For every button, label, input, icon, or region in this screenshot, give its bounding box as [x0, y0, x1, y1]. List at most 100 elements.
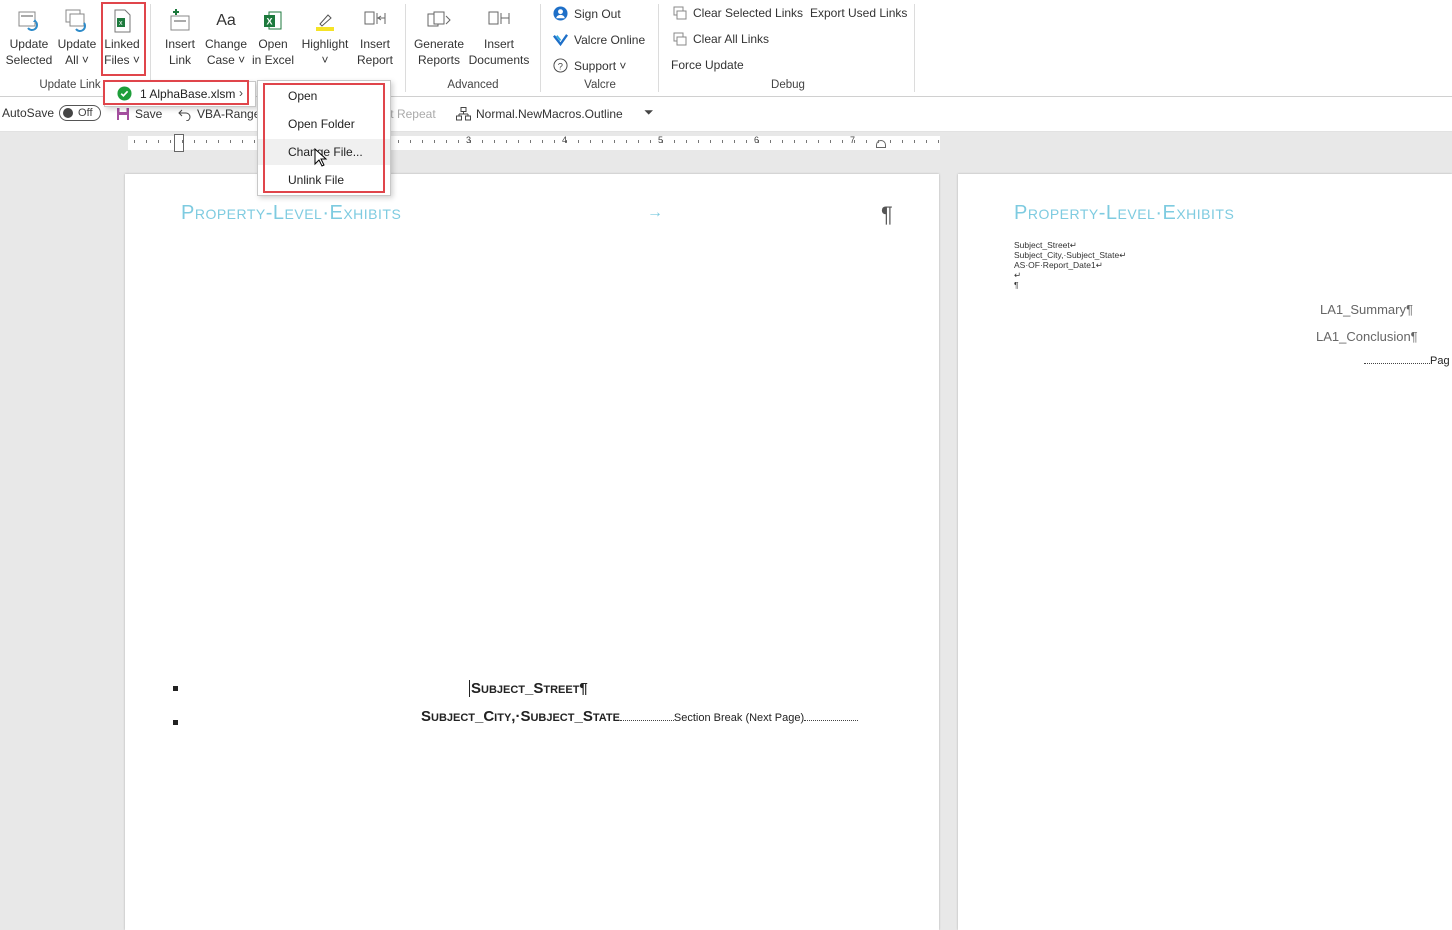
change-case-button[interactable]: Aa Change Case ˅ — [202, 8, 250, 68]
highlight-label-1: Highlight — [301, 37, 349, 51]
ribbon-separator — [914, 4, 915, 92]
insert-link-button[interactable]: Insert Link — [158, 8, 202, 68]
support-button[interactable]: ? Support ˅ — [553, 58, 626, 73]
ruler-tick — [734, 140, 735, 143]
insert-link-icon — [167, 8, 193, 34]
pilcrow-mark: ¶ — [881, 202, 893, 227]
ruler-tick — [782, 140, 783, 143]
ruler-tick — [506, 140, 507, 143]
insert-report-button[interactable]: Insert Report — [352, 8, 398, 68]
insert-documents-label-2: Documents — [468, 53, 530, 67]
insert-documents-icon — [486, 8, 512, 34]
update-selected-label-1: Update — [9, 37, 49, 51]
ruler-tick — [158, 140, 159, 143]
force-update-button[interactable]: Force Update — [671, 58, 744, 72]
save-button[interactable]: Save — [116, 107, 162, 121]
toggle-state: Off — [78, 107, 93, 119]
valcre-online-button[interactable]: Valcre Online — [553, 32, 645, 47]
ruler-tick — [878, 140, 879, 143]
update-all-label-1: Update — [57, 37, 97, 51]
ruler-tick — [722, 140, 723, 143]
indent-marker[interactable] — [174, 134, 184, 152]
export-used-links-button[interactable]: Export Used Links — [810, 6, 907, 20]
ribbon-separator — [405, 4, 406, 92]
ribbon-separator — [658, 4, 659, 92]
ruler-tick — [602, 140, 603, 143]
ruler-tick — [410, 140, 411, 143]
insert-report-label-1: Insert — [359, 37, 390, 51]
user-icon — [553, 6, 568, 21]
section-break-dots — [619, 720, 674, 721]
line-break-mark: ↵ — [1014, 270, 1022, 280]
ruler-number: 4 — [562, 135, 568, 145]
highlight-button[interactable]: Highlight ˅ — [298, 8, 352, 68]
svg-text:x: x — [119, 20, 123, 27]
address-date: AS·OF·Report_Date1↵ — [1014, 260, 1103, 270]
linked-file-item[interactable]: 1 AlphaBase.xlsm — [117, 86, 235, 101]
subject-city-line: Subject_City,·Subject_State Section Brea… — [421, 708, 859, 725]
la1-summary: LA1_Summary¶ — [1320, 302, 1413, 317]
clear-all-links-button[interactable]: Clear All Links — [673, 32, 769, 46]
update-all-button[interactable]: Update All ˅ — [54, 8, 100, 68]
open-in-excel-label-2: in Excel — [251, 53, 295, 67]
repeat-button[interactable]: 't Repeat — [388, 107, 436, 121]
ruler-tick — [686, 140, 687, 143]
ruler-tick — [614, 140, 615, 143]
document-page-1[interactable]: Property-Level·Exhibits → ¶ Subject_Stre… — [125, 174, 939, 930]
change-case-label-2: Case ˅ — [206, 53, 246, 67]
linked-files-button[interactable]: x Linked Files ˅ — [100, 8, 144, 68]
menu-item-open-folder[interactable]: Open Folder — [258, 111, 390, 137]
chevron-right-icon: › — [239, 86, 243, 100]
ruler-tick — [458, 140, 459, 143]
help-icon: ? — [553, 58, 568, 73]
page2-heading: Property-Level·Exhibits — [1014, 202, 1235, 224]
sign-out-button[interactable]: Sign Out — [553, 6, 621, 21]
ruler-tick — [578, 140, 579, 143]
insert-link-label-2: Link — [168, 53, 191, 67]
clear-selected-links-button[interactable]: Clear Selected Links — [673, 6, 803, 20]
section-break-label: Section Break (Next Page) — [673, 712, 805, 724]
ribbon-separator — [540, 4, 541, 92]
ruler-tick — [746, 140, 747, 143]
ruler-number: 5 — [658, 135, 664, 145]
ruler-tick — [770, 140, 771, 143]
ruler-tick — [542, 140, 543, 143]
ruler-tick — [170, 140, 171, 143]
ruler-number: 7 — [850, 135, 856, 145]
ruler-tick — [698, 140, 699, 143]
ruler-tick — [254, 140, 255, 143]
vba-range-button[interactable]: VBA-Range — [178, 107, 260, 121]
excel-file-icon: x — [109, 8, 135, 34]
ruler-tick — [218, 140, 219, 143]
ruler-tick — [518, 140, 519, 143]
ruler-tick — [590, 140, 591, 143]
bullet — [173, 720, 178, 725]
ruler-tick — [434, 140, 435, 143]
highlight-label-2: ˅ — [321, 53, 329, 67]
address-street: Subject_Street↵ — [1014, 240, 1077, 250]
ruler-tick — [806, 140, 807, 143]
page1-heading: Property-Level·Exhibits — [181, 202, 402, 224]
customize-qat-icon[interactable]: ⏷ — [644, 105, 654, 120]
menu-item-open[interactable]: Open — [258, 83, 390, 109]
clear-selected-links-label: Clear Selected Links — [693, 6, 804, 20]
linked-files-label-2: Files ˅ — [104, 53, 140, 67]
ruler-tick — [182, 140, 183, 143]
autosave-label: AutoSave — [2, 106, 55, 120]
generate-reports-button[interactable]: Generate Reports — [412, 8, 466, 68]
ruler-tick — [842, 140, 843, 143]
ruler-tick — [482, 140, 483, 143]
autosave-toggle[interactable]: Off — [59, 105, 102, 121]
insert-documents-button[interactable]: Insert Documents — [466, 8, 532, 68]
generate-reports-label-2: Reports — [417, 53, 461, 67]
menu-item-unlink-file[interactable]: Unlink File — [258, 167, 390, 193]
repeat-label: 't Repeat — [388, 107, 436, 121]
open-in-excel-button[interactable]: X Open in Excel — [250, 8, 296, 68]
document-page-2[interactable]: Property-Level·Exhibits Subject_Street↵ … — [958, 174, 1452, 930]
ruler-tick — [530, 140, 531, 143]
update-selected-button[interactable]: Update Selected — [4, 8, 54, 68]
macro-button[interactable]: Normal.NewMacros.Outline — [456, 107, 623, 121]
ruler-tick — [146, 140, 147, 143]
ruler-tick — [194, 140, 195, 143]
change-case-icon: Aa — [216, 12, 236, 29]
